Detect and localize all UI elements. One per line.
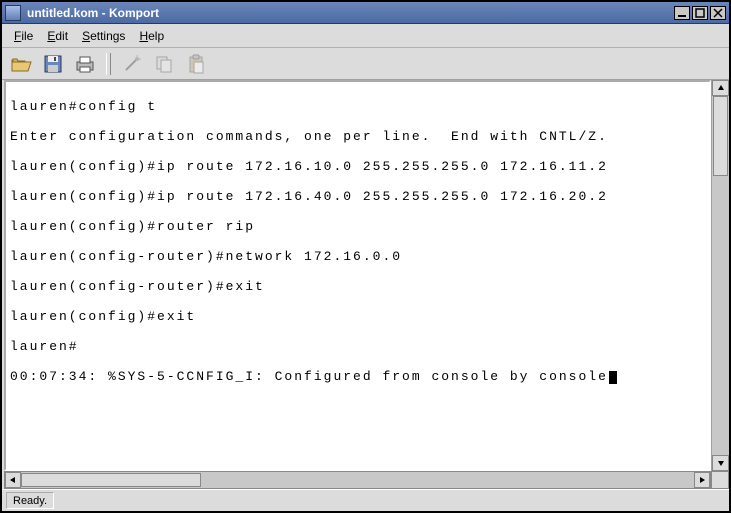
terminal-frame: lauren#config t Enter configuration comm… [4, 80, 711, 471]
app-window: untitled.kom - Komport File Edit Setting… [0, 0, 731, 513]
paste-button [183, 51, 209, 77]
vscroll-thumb[interactable] [713, 96, 728, 176]
minimize-icon [677, 8, 687, 18]
menu-edit[interactable]: Edit [41, 27, 74, 45]
maximize-icon [695, 8, 705, 18]
copy-icon [154, 54, 174, 74]
chevron-right-icon [698, 476, 706, 484]
terminal-line: lauren(config-router)#exit [10, 279, 705, 294]
toolbar-separator [106, 53, 111, 75]
menu-help-rest: elp [148, 29, 164, 43]
terminal-line: lauren(config)#ip route 172.16.10.0 255.… [10, 159, 705, 174]
content-area: lauren#config t Enter configuration comm… [2, 80, 729, 471]
terminal-line: lauren(config-router)#network 172.16.0.0 [10, 249, 705, 264]
wand-icon [122, 54, 142, 74]
chevron-up-icon [717, 84, 725, 92]
toolbar [2, 48, 729, 80]
horizontal-scrollbar[interactable] [4, 471, 711, 489]
scroll-down-button[interactable] [712, 455, 729, 471]
scroll-corner [711, 471, 729, 489]
terminal-line: lauren(config)#router rip [10, 219, 705, 234]
close-button[interactable] [710, 6, 726, 20]
terminal-line: lauren# [10, 339, 705, 354]
menu-file-rest: ile [21, 29, 33, 43]
menu-help[interactable]: Help [133, 27, 170, 45]
floppy-icon [43, 54, 63, 74]
statusbar: Ready. [2, 489, 729, 511]
menubar: File Edit Settings Help [2, 24, 729, 48]
chevron-left-icon [9, 476, 17, 484]
window-controls [674, 6, 726, 20]
menu-settings[interactable]: Settings [76, 27, 131, 45]
terminal-line: lauren#config t [10, 99, 705, 114]
terminal-cursor [609, 371, 617, 384]
open-button[interactable] [8, 51, 34, 77]
hscroll-track[interactable] [21, 472, 694, 488]
paste-icon [186, 54, 206, 74]
terminal-line: lauren(config)#exit [10, 309, 705, 324]
vertical-scrollbar[interactable] [711, 80, 729, 471]
hscroll-row [4, 471, 729, 489]
terminal-last-text: 00:07:34: %SYS-5-CCNFIG_I: Configured fr… [10, 369, 608, 384]
chevron-down-icon [717, 459, 725, 467]
folder-open-icon [10, 54, 32, 74]
maximize-button[interactable] [692, 6, 708, 20]
print-button[interactable] [72, 51, 98, 77]
vscroll-track[interactable] [712, 96, 729, 455]
printer-icon [74, 54, 96, 74]
terminal-line: 00:07:34: %SYS-5-CCNFIG_I: Configured fr… [10, 369, 705, 384]
app-icon [5, 5, 21, 21]
menu-file[interactable]: File [8, 27, 39, 45]
window-title: untitled.kom - Komport [27, 6, 674, 20]
terminal-line: lauren(config)#ip route 172.16.40.0 255.… [10, 189, 705, 204]
scroll-left-button[interactable] [5, 472, 21, 488]
menu-edit-rest: dit [55, 29, 68, 43]
terminal-output[interactable]: lauren#config t Enter configuration comm… [6, 82, 709, 469]
save-button[interactable] [40, 51, 66, 77]
titlebar[interactable]: untitled.kom - Komport [2, 2, 729, 24]
scroll-right-button[interactable] [694, 472, 710, 488]
scroll-up-button[interactable] [712, 80, 729, 96]
minimize-button[interactable] [674, 6, 690, 20]
terminal-line: Enter configuration commands, one per li… [10, 129, 705, 144]
hscroll-thumb[interactable] [21, 473, 201, 487]
copy-button [151, 51, 177, 77]
close-icon [713, 8, 723, 18]
menu-settings-rest: ettings [90, 29, 125, 43]
wand-button [119, 51, 145, 77]
status-text: Ready. [6, 492, 54, 509]
